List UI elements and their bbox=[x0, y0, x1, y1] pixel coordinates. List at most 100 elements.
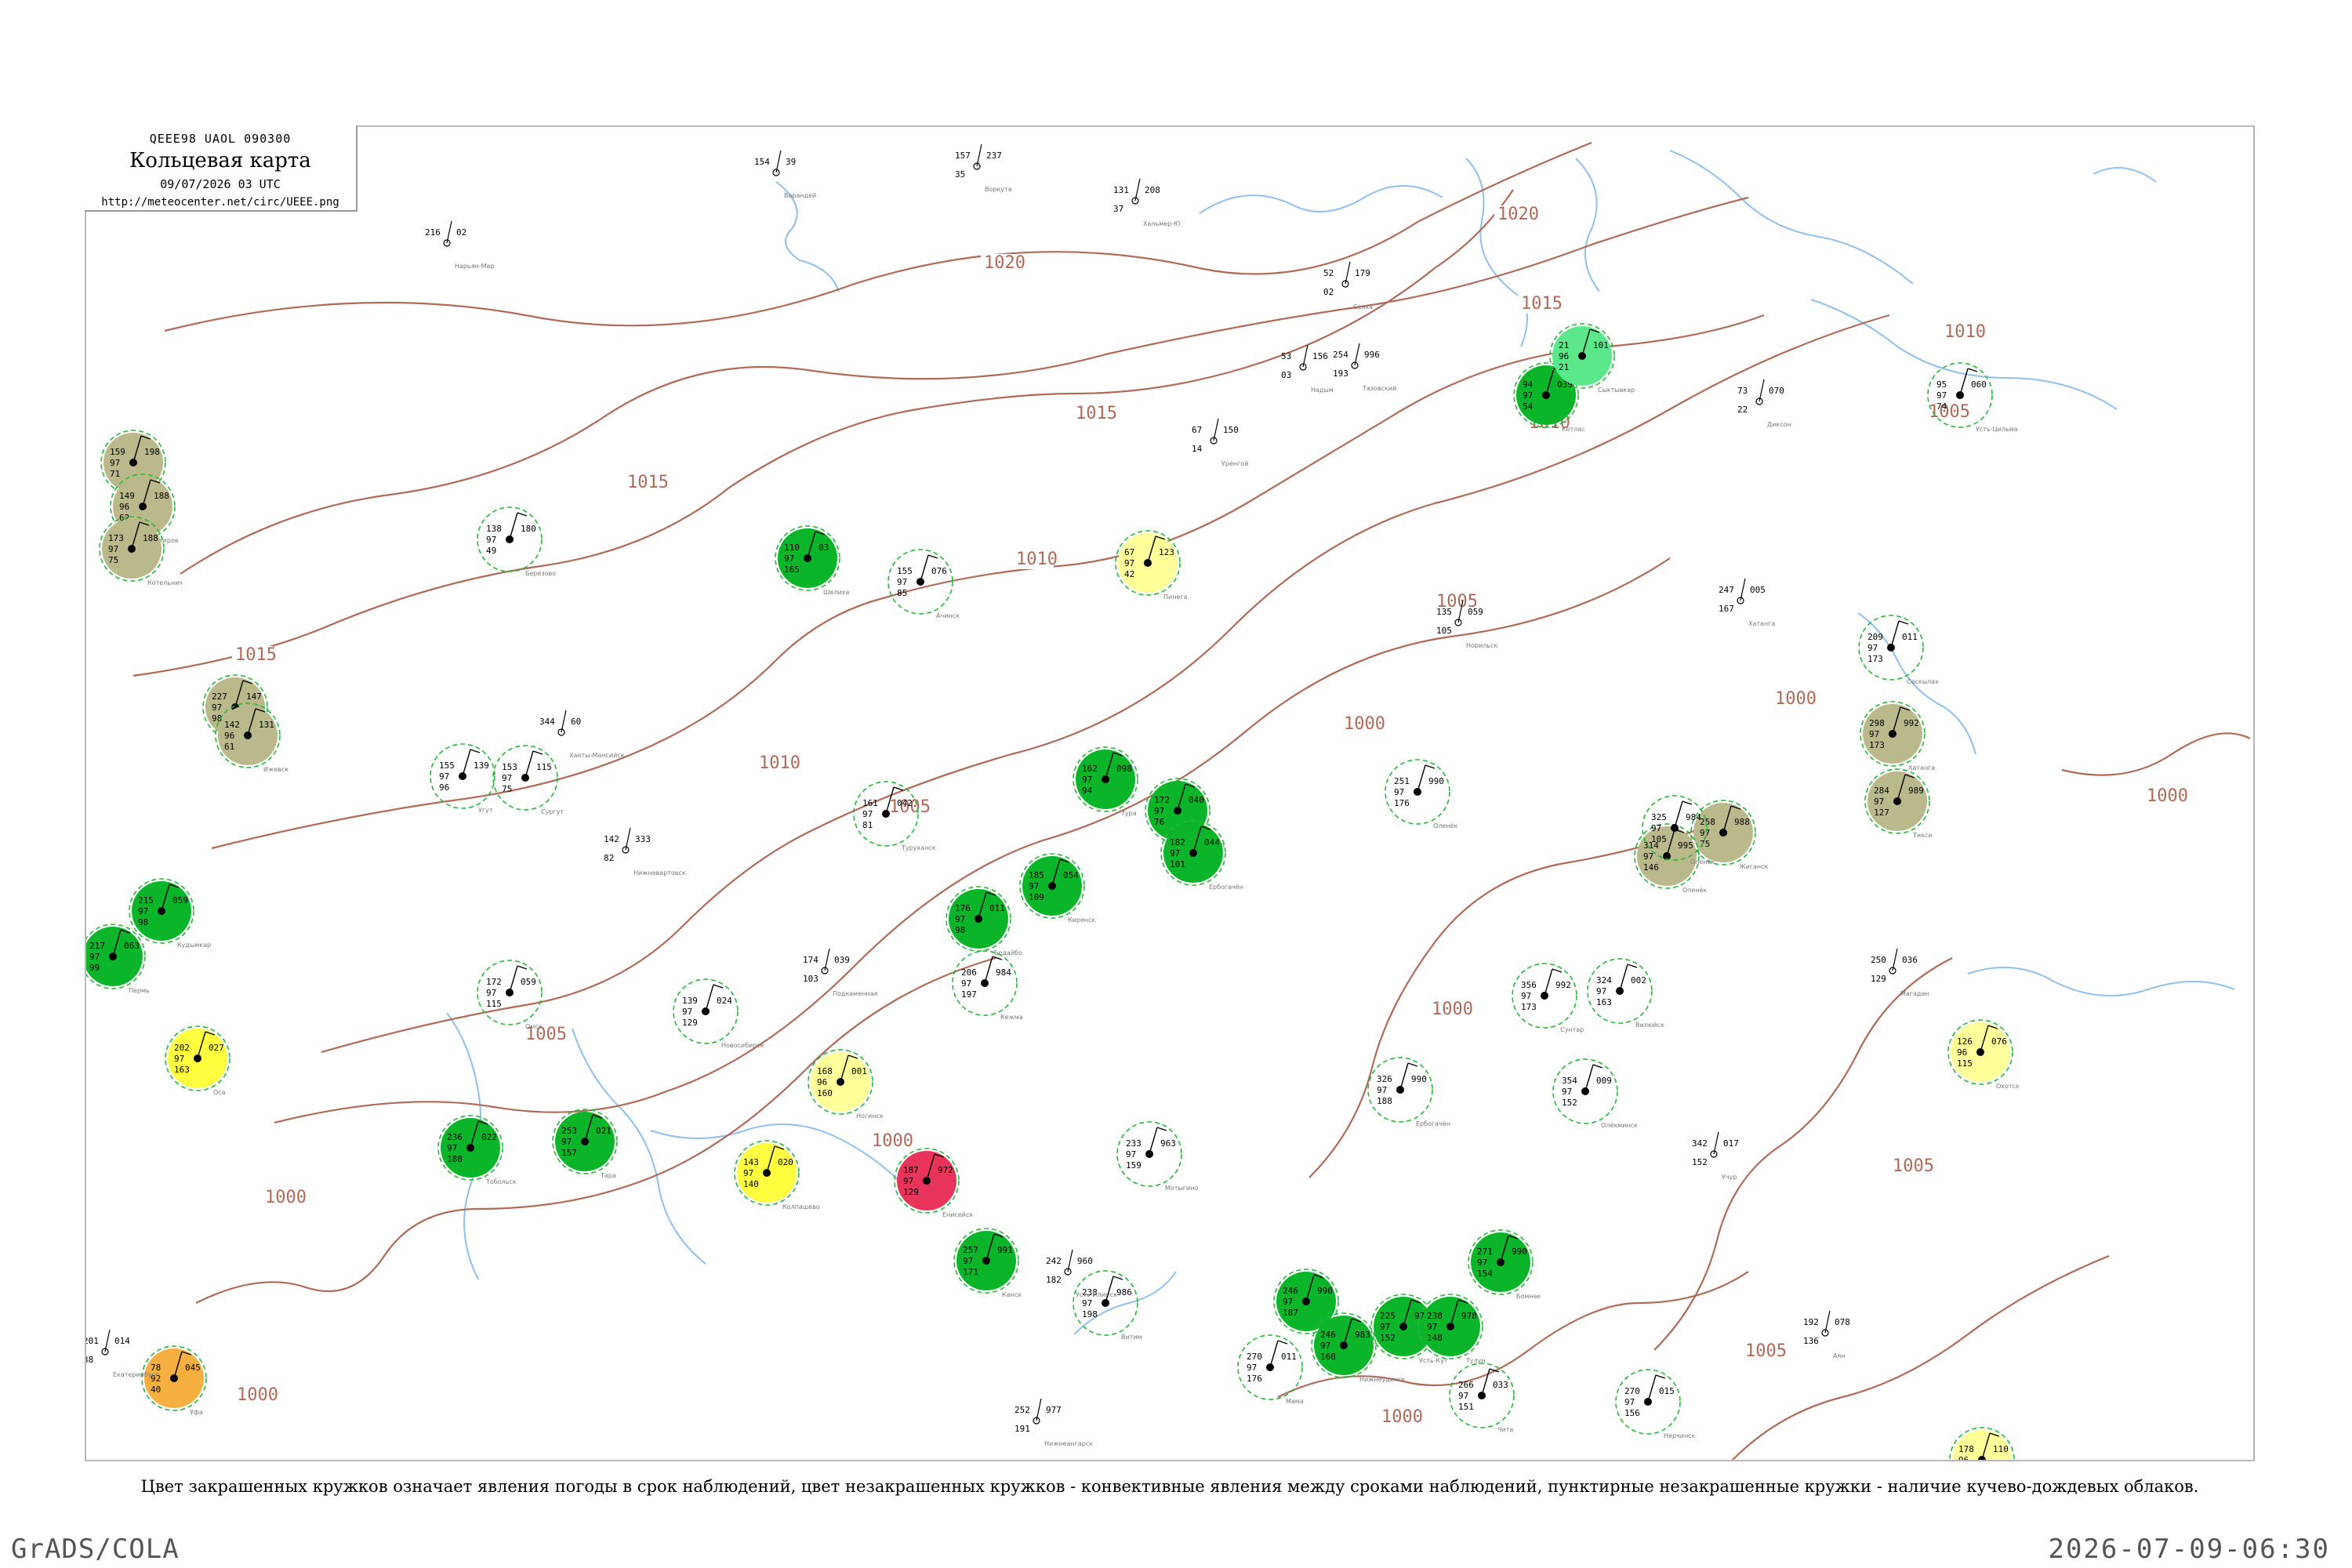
station-plot[interactable]: 252 977 191 Нижнеангарск bbox=[1014, 1398, 1093, 1447]
station-cb[interactable]: 17297115 059 Омск bbox=[477, 960, 543, 1030]
station-cb[interactable]: 1559796 139 Угут bbox=[430, 743, 495, 814]
station-rain[interactable]: 25397157 021 Тара bbox=[552, 1109, 618, 1179]
station-rain[interactable]: 18597109 054 Киренск bbox=[1019, 853, 1096, 924]
station-name: Вилюйск bbox=[1635, 1022, 1664, 1029]
station-plot[interactable]: 250 036 129 Магадан bbox=[1871, 948, 1929, 997]
station-cb[interactable]: 32697188 990 Ербогачён bbox=[1367, 1057, 1450, 1127]
station-smoke[interactable]: 789240045Уфа bbox=[141, 1345, 207, 1416]
station-mist[interactable]: 17896163110Николаевск bbox=[1949, 1427, 2037, 1461]
station-plot[interactable]: 201 014 38 Екатеринбург bbox=[86, 1329, 159, 1378]
station-value: 97 bbox=[1082, 775, 1092, 785]
station-plot[interactable]: 192 078 136 Аян bbox=[1803, 1310, 1850, 1359]
station-value: 216 bbox=[425, 227, 441, 238]
station-rain[interactable]: 18297101 044 Ербогачён bbox=[1160, 820, 1243, 891]
station-cb[interactable]: 32497163 002 Вилюйск bbox=[1587, 958, 1664, 1029]
station-value: 266 bbox=[1458, 1380, 1474, 1390]
station-cb[interactable]: 26697151 033 Чита bbox=[1449, 1363, 1515, 1433]
station-cb[interactable]: 1389749 180 Березово bbox=[477, 506, 556, 577]
station-cb[interactable]: 27097156 015 Нерчинск bbox=[1615, 1369, 1696, 1439]
station-cb[interactable]: 13997129 024 Новосибирск bbox=[673, 978, 764, 1049]
station-rain[interactable]: 23697188 022 Тобольск bbox=[437, 1115, 517, 1185]
station-rain[interactable]: 27197154 990 Бомнак bbox=[1468, 1229, 1541, 1300]
station-plot[interactable]: 342 017 152 Учур bbox=[1692, 1131, 1739, 1181]
station-name: Нарьян-Мар bbox=[455, 263, 495, 270]
station-value: 94 bbox=[1523, 379, 1534, 390]
station-cb[interactable]: 20697197 984 Кежма bbox=[952, 950, 1023, 1021]
wind-feather bbox=[1682, 800, 1693, 805]
wind-barb bbox=[1740, 578, 1746, 601]
wind-feather bbox=[470, 749, 481, 753]
station-value: 97 bbox=[784, 554, 794, 564]
station-value: 021 bbox=[596, 1126, 612, 1136]
station-plot[interactable]: 247 005 167 Хатанга bbox=[1719, 578, 1775, 627]
station-name: Охотск bbox=[1996, 1083, 2020, 1090]
station-value: 143 bbox=[743, 1157, 759, 1167]
station-cb[interactable]: 23397159 963 Мотыгино bbox=[1116, 1121, 1198, 1192]
station-value: 97 bbox=[963, 1256, 973, 1266]
station-rain[interactable]: 11097165 03 Шелиха bbox=[775, 525, 850, 596]
station-plot[interactable]: 52 179 02 Сеяха bbox=[1323, 261, 1373, 310]
station-plot[interactable]: 242 960 182 Усть-Илимск bbox=[1046, 1249, 1117, 1298]
station-mist[interactable]: 12696115 076 Охотск bbox=[1947, 1019, 2020, 1090]
station-value: 97 bbox=[955, 914, 965, 924]
station-plot[interactable]: 67 150 14 Уренгой bbox=[1192, 418, 1248, 467]
station-cb[interactable]: 20997173 011 Саскылах bbox=[1858, 615, 1939, 685]
station-value: 139 bbox=[474, 760, 489, 771]
station-plot[interactable]: 73 070 22 Диксон bbox=[1737, 379, 1791, 428]
station-storm[interactable]: 18797129 972 Енисейск bbox=[894, 1148, 973, 1218]
wind-barb bbox=[1544, 968, 1553, 996]
station-value: 992 bbox=[1555, 980, 1571, 990]
station-value: 39 bbox=[786, 157, 796, 167]
station-rain[interactable]: 1769798 011 Бодайбо bbox=[946, 886, 1022, 956]
station-rain[interactable]: 23897148978Тулун bbox=[1417, 1294, 1486, 1364]
station-value: 61 bbox=[224, 742, 234, 752]
station-cb[interactable]: 27097176 011 Мама bbox=[1237, 1334, 1304, 1405]
station-plot[interactable]: 154 39 Варандей bbox=[754, 150, 816, 199]
station-plot[interactable]: 254 996 193 Тазовский bbox=[1333, 343, 1396, 392]
wind-barb bbox=[625, 827, 631, 851]
station-plot[interactable]: 53 156 03 Надым bbox=[1281, 344, 1334, 394]
station-value: 99 bbox=[89, 963, 100, 973]
station-rain[interactable]: 25797171 991 Канск bbox=[953, 1228, 1022, 1298]
station-cb[interactable]: 25197176 990 Оленёк bbox=[1385, 759, 1457, 829]
station-plot[interactable]: 131 208 37 Хальмер-Ю bbox=[1113, 178, 1181, 227]
station-mist[interactable]: 16896160 001 Ногинск bbox=[808, 1049, 884, 1120]
station-value: 160 bbox=[817, 1088, 833, 1098]
station-plot[interactable]: 157 237 35 Воркута bbox=[955, 143, 1012, 193]
station-value: 96 bbox=[439, 782, 449, 793]
station-value: 97 bbox=[439, 771, 449, 782]
station-rain[interactable]: 1629794 098 Тура bbox=[1073, 746, 1138, 817]
station-plot[interactable]: 135 059 105 Норильск bbox=[1436, 600, 1497, 649]
station-value: 94 bbox=[1082, 786, 1093, 796]
station-haze[interactable]: 29897173 992 Хатанга bbox=[1860, 701, 1935, 771]
station-value: 146 bbox=[1643, 862, 1659, 873]
station-cb[interactable]: 35497152 009 Олёкминск bbox=[1552, 1058, 1638, 1129]
station-plot[interactable]: 174 039 103 Подкаменная bbox=[803, 948, 877, 997]
wind-barb bbox=[1713, 1131, 1719, 1155]
station-value: 85 bbox=[897, 588, 907, 598]
station-haze[interactable]: 1739775 188 Котельнич bbox=[99, 516, 183, 586]
station-value: 97 bbox=[447, 1143, 457, 1153]
wind-feather bbox=[517, 965, 528, 970]
station-name: Котлас bbox=[1562, 426, 1585, 433]
station-cb[interactable]: 23897198986Витим bbox=[1073, 1270, 1142, 1341]
station-name: Омск bbox=[525, 1023, 543, 1030]
station-value: 225 bbox=[1380, 1311, 1396, 1321]
source-url[interactable]: http://meteocenter.net/circ/UEEE.png bbox=[85, 196, 356, 209]
station-plot[interactable]: 344 60 Ханты-Мансийск bbox=[539, 710, 625, 759]
station-mist[interactable]: 679742 123 Пинега bbox=[1115, 530, 1188, 601]
station-cb[interactable]: 1559785 076 Ачинск bbox=[887, 549, 960, 619]
station-plot[interactable]: 142 333 82 Нижневартовск bbox=[604, 827, 686, 877]
station-value: 21 bbox=[1559, 340, 1569, 350]
station-fog[interactable]: 14397140 020 Колпашево bbox=[734, 1140, 820, 1210]
station-haze[interactable]: 28497127 989 Тикси bbox=[1864, 768, 1933, 839]
station-cb[interactable]: 959774 060 Усть-Цильма bbox=[1927, 362, 2018, 433]
station-value: 154 bbox=[1477, 1269, 1493, 1279]
station-rain[interactable]: 2159798 059 Кудымкар bbox=[129, 878, 211, 949]
station-plot[interactable]: 216 02 Нарьян-Мар bbox=[425, 220, 495, 270]
station-fog[interactable]: 20297163 027 Оса bbox=[165, 1025, 230, 1096]
station-value: 136 bbox=[1803, 1336, 1819, 1346]
station-cb[interactable]: 35697173 992 Сунтар bbox=[1512, 963, 1584, 1033]
station-value: 38 bbox=[86, 1355, 93, 1365]
station-value: 126 bbox=[1957, 1036, 1973, 1047]
